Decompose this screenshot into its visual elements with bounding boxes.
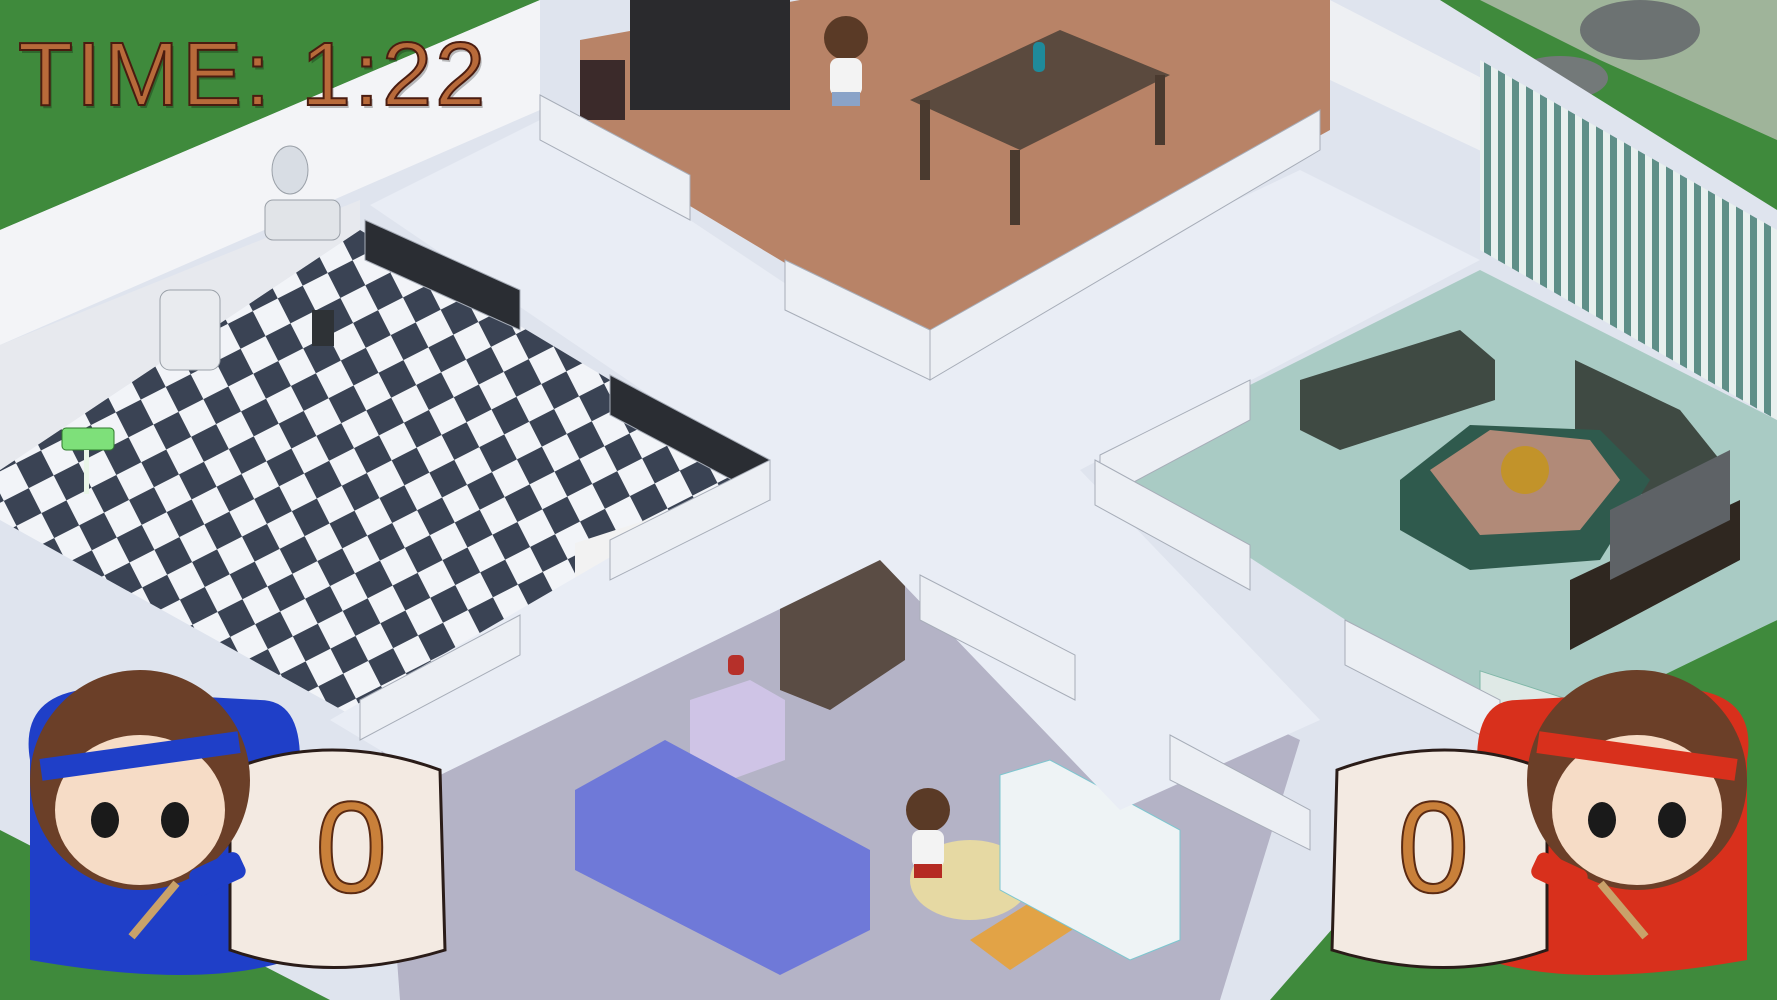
vase: [1033, 42, 1045, 72]
stepping-stone: [1580, 0, 1700, 60]
timer-display: TIME: 1:22: [17, 24, 489, 126]
player1-score-badge: 0: [0, 680, 460, 980]
player2-score: 0: [1396, 773, 1470, 921]
table-leg: [920, 100, 930, 180]
player2-score-badge: 0: [1317, 680, 1777, 980]
player1-score: 0: [314, 773, 388, 921]
fruit-bowl: [1501, 446, 1549, 494]
waste-basket: [580, 60, 625, 120]
toilet: [159, 289, 221, 371]
trash-bin: [312, 310, 334, 346]
lamp: [728, 655, 744, 675]
table-leg: [1155, 75, 1165, 145]
sink: [264, 199, 341, 241]
sideboard: [630, 0, 790, 110]
mirror: [271, 145, 309, 195]
table-leg: [1010, 150, 1020, 225]
